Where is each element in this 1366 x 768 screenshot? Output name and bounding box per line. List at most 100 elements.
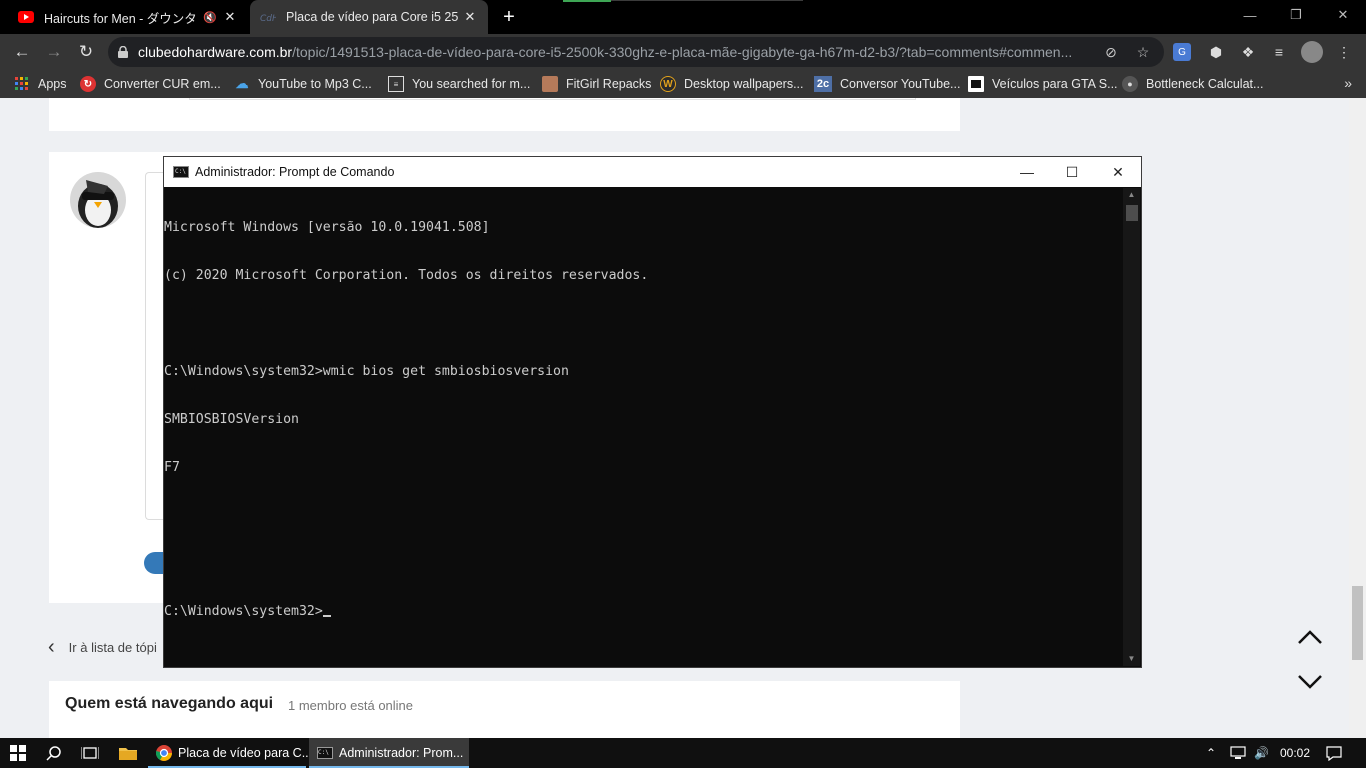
browsing-title: Quem está navegando aqui [65, 695, 274, 712]
console-line: C:\Windows\system32>wmic bios get smbios… [164, 364, 569, 379]
cmd-icon: C:\ [317, 747, 333, 759]
fitgirl-icon [542, 76, 558, 92]
bookmark-label: Converter CUR em... [104, 77, 221, 91]
bookmark-label: Bottleneck Calculat... [1146, 77, 1264, 91]
scroll-down-icon[interactable] [1296, 667, 1324, 695]
browsing-count: 1 membro está online [288, 698, 414, 713]
volume-icon[interactable]: 🔊 [1254, 738, 1269, 768]
chevron-double-right-icon[interactable]: » [1344, 75, 1352, 91]
console-output[interactable]: Microsoft Windows [versão 10.0.19041.508… [164, 188, 1122, 666]
extensions-puzzle-icon[interactable]: ❖ [1238, 42, 1258, 62]
apps-grid-icon [14, 76, 30, 92]
maximize-icon[interactable]: ☐ [1049, 157, 1095, 187]
console-line: Microsoft Windows [versão 10.0.19041.508… [164, 220, 490, 235]
taskbar-app-chrome[interactable]: Placa de vídeo para C... [148, 738, 312, 768]
notifications-icon[interactable] [1326, 738, 1342, 768]
tab-title: Placa de vídeo para Core i5 2500 [286, 10, 458, 24]
bookmark-you-searched[interactable]: ≡ You searched for m... [388, 75, 530, 93]
scroll-up-arrow-icon[interactable]: ▲ [1123, 188, 1140, 202]
minimize-icon[interactable]: — [1004, 157, 1050, 187]
network-icon[interactable] [1230, 738, 1246, 768]
taskbar-clock[interactable]: 00:02 [1280, 738, 1310, 768]
cmd-title: Administrador: Prompt de Comando [195, 165, 395, 179]
windows-start-icon[interactable] [0, 738, 36, 768]
bookmark-label: FitGirl Repacks [566, 77, 652, 91]
text-cursor [322, 615, 331, 617]
cmd-titlebar[interactable]: C:\ Administrador: Prompt de Comando — ☐… [164, 157, 1141, 187]
menu-dots-icon[interactable]: ⋮ [1334, 42, 1354, 62]
bookmark-label: YouTube to Mp3 C... [258, 77, 372, 91]
bookmark-label: Apps [38, 77, 67, 91]
cmd-scrollbar-thumb[interactable] [1126, 205, 1138, 221]
tab-title: Haircuts for Men - ダウンタウン [44, 11, 198, 26]
bookmark-apps[interactable]: Apps [14, 75, 67, 93]
2c-icon: 2c [814, 76, 832, 92]
profile-avatar[interactable] [1301, 41, 1323, 63]
show-hidden-icons-icon[interactable]: ⌃ [1206, 738, 1216, 768]
search-icon[interactable] [36, 738, 72, 768]
console-prompt-line[interactable]: C:\Windows\system32> [164, 604, 1122, 620]
speaker-muted-icon[interactable]: 🔇 [202, 9, 218, 25]
taskbar-app-cmd[interactable]: C:\ Administrador: Prom... [309, 738, 469, 768]
close-icon[interactable]: ✕ [222, 9, 238, 25]
cmd-scrollbar[interactable] [1123, 188, 1140, 666]
star-icon[interactable]: ☆ [1135, 44, 1151, 60]
console-line: SMBIOSBIOSVersion [164, 412, 299, 427]
bookmark-converter-cur[interactable]: ↻ Converter CUR em... [80, 75, 221, 93]
scroll-up-icon[interactable] [1296, 624, 1324, 652]
bookmark-desktop-wallpapers[interactable]: W Desktop wallpapers... [660, 75, 804, 93]
tab-haircuts[interactable]: Haircuts for Men - ダウンタウン 🔇 ✕ [8, 0, 248, 34]
file-explorer-icon[interactable] [110, 738, 146, 768]
translate-extension-icon[interactable]: G [1173, 43, 1191, 61]
chrome-icon [155, 745, 172, 761]
new-tab-button[interactable]: + [498, 6, 520, 28]
page-scrollbar-thumb[interactable] [1352, 586, 1363, 660]
minimize-icon[interactable]: — [1227, 0, 1273, 30]
bookmark-bottleneck-calculator[interactable]: ● Bottleneck Calculat... [1122, 75, 1263, 93]
bookmark-label: Conversor YouTube... [840, 77, 961, 91]
bookmark-fitgirl[interactable]: FitGirl Repacks [542, 75, 651, 93]
bookmark-conversor-youtube[interactable]: 2c Conversor YouTube... [814, 75, 960, 93]
bookmark-label: Desktop wallpapers... [684, 77, 804, 91]
forward-arrow-icon[interactable]: → [40, 38, 68, 66]
address-bar[interactable]: clubedohardware.com.br/topic/1491513-pla… [108, 37, 1164, 67]
url-text: clubedohardware.com.br/topic/1491513-pla… [138, 44, 1073, 60]
windows-taskbar: Placa de vídeo para C... C:\ Administrad… [0, 738, 1366, 768]
previous-post-card [49, 98, 960, 131]
bookmarks-bar: Apps ↻ Converter CUR em... ☁ YouTube to … [0, 70, 1366, 98]
bookmark-label: You searched for m... [412, 77, 531, 91]
taskbar-app-label: Administrador: Prom... [339, 746, 464, 760]
close-icon[interactable]: ✕ [1095, 157, 1141, 187]
scroll-down-arrow-icon[interactable]: ▼ [1123, 652, 1140, 666]
chevron-left-icon: ‹ [48, 636, 55, 658]
shield-extension-icon[interactable]: ⬢ [1206, 42, 1226, 62]
taskbar-app-label: Placa de vídeo para C... [178, 746, 313, 760]
close-window-icon[interactable]: ✕ [1320, 0, 1366, 30]
console-prompt: C:\Windows\system32> [164, 604, 323, 619]
back-arrow-icon[interactable]: ← [8, 38, 36, 66]
back-link-label: Ir à lista de tópi [68, 640, 157, 655]
back-to-topic-list-link[interactable]: ‹ Ir à lista de tópi [48, 636, 157, 659]
browser-toolbar: ← → ↻ clubedohardware.com.br/topic/14915… [0, 34, 1366, 70]
svg-text:CdH: CdH [260, 14, 276, 22]
tab-divider [611, 0, 803, 1]
reading-list-icon[interactable]: ≡ [1269, 42, 1289, 62]
w-icon: W [660, 76, 676, 92]
bookmark-veiculos-gta[interactable]: Veículos para GTA S... [968, 75, 1118, 93]
close-icon[interactable]: ✕ [462, 9, 478, 25]
bookmark-label: Veículos para GTA S... [992, 77, 1118, 91]
bookmark-youtube-mp3[interactable]: ☁ YouTube to Mp3 C... [234, 75, 372, 93]
restore-icon[interactable]: ❐ [1273, 0, 1319, 30]
page-icon: ≡ [388, 76, 404, 92]
tab-progress-indicator [563, 0, 611, 2]
tab-placa-de-video[interactable]: CdH Placa de vídeo para Core i5 2500 ✕ [250, 0, 488, 34]
lock-icon[interactable] [108, 46, 138, 58]
reload-icon[interactable]: ↻ [72, 38, 100, 66]
command-prompt-window[interactable]: C:\ Administrador: Prompt de Comando — ☐… [163, 156, 1142, 668]
eye-off-icon[interactable]: ⊘ [1103, 44, 1119, 60]
task-view-icon[interactable] [72, 738, 108, 768]
avatar [70, 172, 126, 228]
